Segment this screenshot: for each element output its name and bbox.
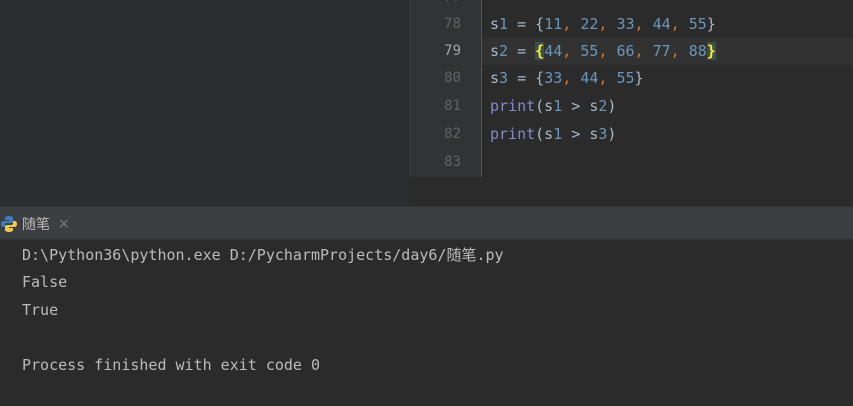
line-number: 80 bbox=[444, 70, 461, 86]
line-number: 81 bbox=[444, 98, 461, 114]
code-line[interactable]: print(s1 > s3) bbox=[490, 121, 616, 148]
line-number-current: 79 bbox=[444, 43, 461, 59]
run-toolbar: 随笔 × bbox=[0, 206, 853, 240]
code-line[interactable]: s1 = {11, 22, 33, 44, 55} bbox=[490, 11, 716, 38]
console-line: D:\Python36\python.exe D:/PycharmProject… bbox=[22, 246, 504, 264]
code-line[interactable]: s3 = {33, 44, 55} bbox=[490, 65, 644, 92]
run-tab[interactable]: 随笔 × bbox=[0, 207, 70, 241]
line-number: 78 bbox=[444, 16, 461, 32]
code-line[interactable]: print(s1 > s2) bbox=[490, 93, 616, 120]
console-line: Process finished with exit code 0 bbox=[22, 356, 321, 374]
project-panel-area bbox=[0, 0, 409, 206]
line-number: 82 bbox=[444, 126, 461, 142]
console-line: False bbox=[22, 273, 68, 291]
code-line-current[interactable]: s2 = {44, 55, 66, 77, 88} bbox=[490, 38, 716, 65]
close-icon[interactable]: × bbox=[58, 216, 70, 232]
run-tab-label: 随笔 bbox=[22, 217, 50, 233]
console-line: True bbox=[22, 301, 59, 319]
editor-bottom-area bbox=[409, 177, 853, 206]
line-number: 77 bbox=[409, 0, 461, 11]
line-number: 83 bbox=[444, 154, 461, 170]
python-icon bbox=[1, 216, 17, 232]
